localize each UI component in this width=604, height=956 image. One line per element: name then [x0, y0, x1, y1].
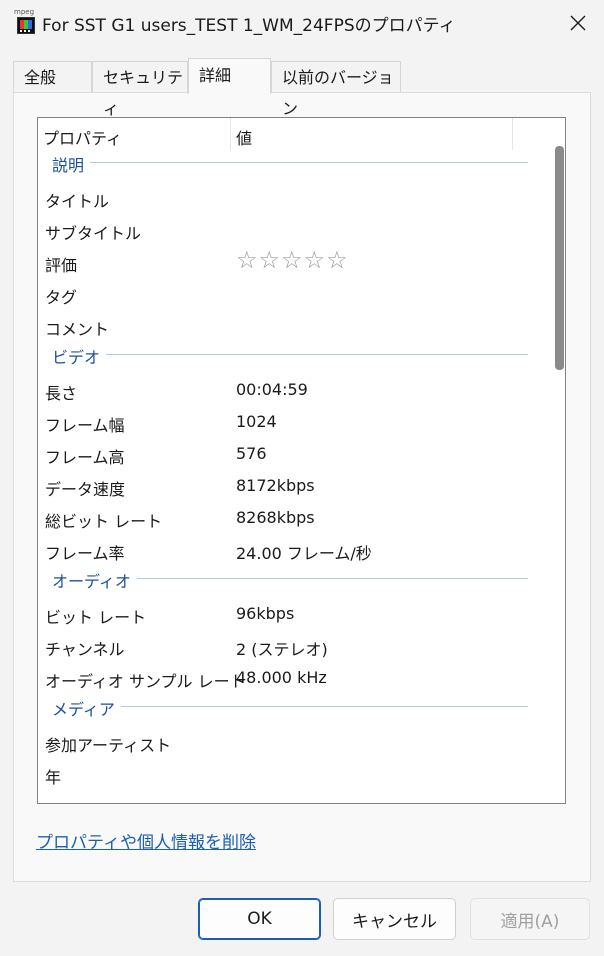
title-bar: mpeg For SST G1 users_TEST 1_WM_24FPSのプロ… — [0, 0, 604, 46]
list-item[interactable]: コメント — [38, 310, 548, 342]
list-item[interactable]: 参加アーティスト — [38, 726, 548, 758]
column-divider[interactable] — [512, 118, 513, 150]
property-value: 1024 — [236, 412, 277, 431]
property-value: 8172kbps — [236, 476, 315, 495]
property-value: 96kbps — [236, 604, 295, 623]
close-icon — [570, 15, 586, 31]
property-name: フレーム幅 — [45, 416, 125, 435]
properties-list[interactable]: プロパティ 値 説明 タイトル サブタイトル 評価 ☆☆☆☆☆ タグ コメント ビ… — [37, 117, 566, 804]
property-value: 2 (ステレオ) — [236, 640, 328, 659]
tab-general[interactable]: 全般 — [13, 61, 92, 92]
property-name: タイトル — [45, 192, 110, 211]
group-media: メディア — [38, 694, 548, 726]
group-description: 説明 — [38, 150, 548, 182]
property-name: コメント — [45, 320, 110, 339]
scrollbar-thumb[interactable] — [555, 146, 564, 370]
rating-stars-icon[interactable]: ☆☆☆☆☆ — [236, 246, 349, 274]
list-item[interactable]: フレーム率 24.00 フレーム/秒 — [38, 534, 548, 566]
close-button[interactable] — [556, 6, 600, 40]
mpeg-file-icon: mpeg — [14, 8, 36, 34]
property-name: サブタイトル — [45, 224, 142, 243]
property-name: フレーム高 — [45, 448, 125, 467]
window-title: For SST G1 users_TEST 1_WM_24FPSのプロパティ — [42, 16, 456, 36]
property-name: データ速度 — [45, 480, 126, 499]
ok-button[interactable]: OK — [198, 898, 321, 940]
group-label: 説明 — [52, 152, 91, 176]
list-item[interactable]: 評価 ☆☆☆☆☆ — [38, 246, 548, 278]
list-item[interactable]: フレーム高 576 — [38, 438, 548, 470]
group-video: ビデオ — [38, 342, 548, 374]
tab-security[interactable]: セキュリティ — [92, 61, 188, 118]
list-item[interactable]: タグ — [38, 278, 548, 310]
property-name: 参加アーティスト — [45, 736, 172, 755]
cancel-button[interactable]: キャンセル — [333, 898, 456, 940]
list-item[interactable]: オーディオ サンプル レート 48.000 kHz — [38, 662, 548, 694]
list-item[interactable]: 年 — [38, 758, 548, 790]
property-value: 24.00 フレーム/秒 — [236, 544, 372, 563]
property-name: 評価 — [45, 256, 78, 275]
property-name: チャンネル — [45, 640, 125, 659]
apply-button[interactable]: 適用(A) — [470, 898, 590, 940]
property-name: 長さ — [45, 384, 78, 403]
column-header: プロパティ 値 — [38, 118, 548, 150]
list-item[interactable]: ビット レート 96kbps — [38, 598, 548, 630]
tab-details[interactable]: 詳細 — [188, 58, 271, 94]
property-name: オーディオ サンプル レート — [45, 672, 246, 691]
group-label: オーディオ — [52, 568, 137, 592]
group-label: ビデオ — [52, 344, 107, 368]
property-value: 8268kbps — [236, 508, 315, 527]
group-audio: オーディオ — [38, 566, 548, 598]
property-name: ビット レート — [45, 608, 147, 627]
list-item[interactable]: データ速度 8172kbps — [38, 470, 548, 502]
list-item[interactable]: フレーム幅 1024 — [38, 406, 548, 438]
icon-label: mpeg — [14, 8, 35, 16]
list-item[interactable]: タイトル — [38, 182, 548, 214]
list-item[interactable]: チャンネル 2 (ステレオ) — [38, 630, 548, 662]
property-value: 48.000 kHz — [236, 668, 327, 687]
property-name: タグ — [45, 288, 78, 307]
property-value: 576 — [236, 444, 267, 463]
list-item[interactable]: 長さ 00:04:59 — [38, 374, 548, 406]
group-label: メディア — [52, 696, 121, 720]
remove-properties-link[interactable]: プロパティや個人情報を削除 — [36, 828, 256, 853]
list-item[interactable]: 総ビット レート 8268kbps — [38, 502, 548, 534]
list-item[interactable]: サブタイトル — [38, 214, 548, 246]
property-name: フレーム率 — [45, 544, 125, 563]
header-property[interactable]: プロパティ — [43, 125, 122, 149]
property-value: 00:04:59 — [236, 380, 308, 399]
property-name: 総ビット レート — [45, 512, 163, 531]
vertical-scrollbar[interactable] — [548, 118, 565, 803]
column-divider[interactable] — [230, 118, 231, 150]
header-value[interactable]: 値 — [236, 125, 252, 149]
property-name: 年 — [45, 768, 62, 787]
tab-previous-versions[interactable]: 以前のバージョン — [271, 61, 401, 118]
